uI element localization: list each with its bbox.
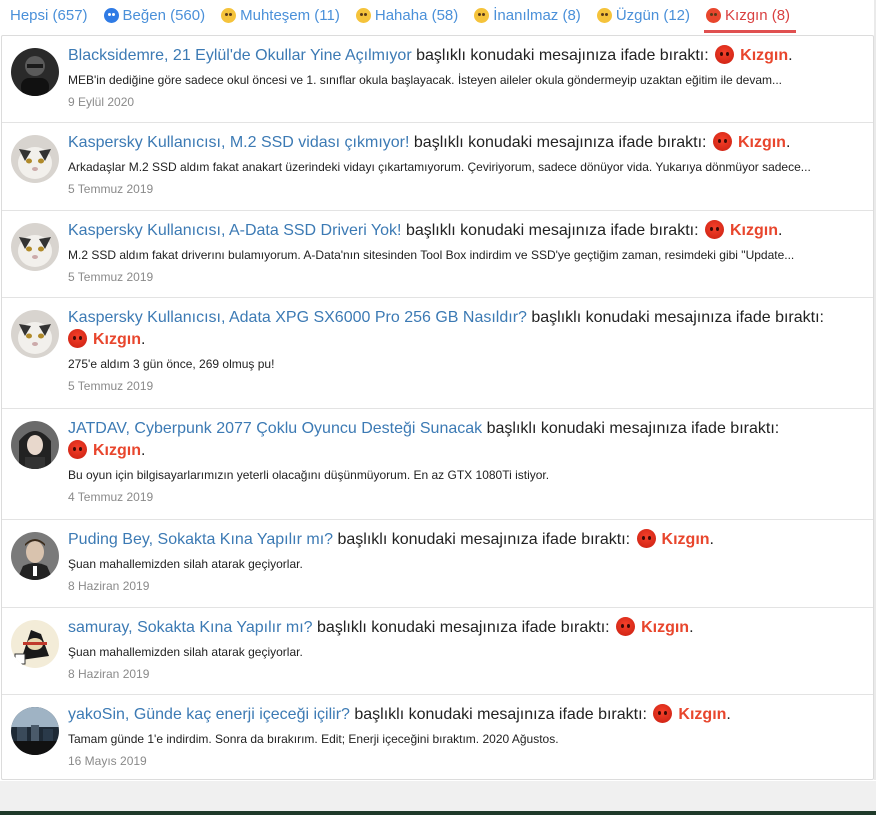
timestamp[interactable]: 5 Temmuz 2019 [68, 379, 859, 393]
tab-love[interactable]: Muhteşem (11) [215, 0, 346, 31]
avatar[interactable] [11, 135, 59, 183]
angry-icon [715, 45, 735, 64]
avatar[interactable] [11, 532, 59, 580]
avatar[interactable] [11, 620, 59, 668]
tab-like[interactable]: Beğen (560) [98, 0, 212, 31]
message-snippet: MEB'in dediğine göre sadece okul öncesi … [68, 73, 783, 87]
angry-icon [636, 529, 656, 548]
thread-link[interactable]: Günde kaç enerji içeceği içilir? [134, 706, 350, 723]
avatar[interactable] [11, 48, 59, 96]
thread-link[interactable]: Sokakta Kına Yapılır mı? [137, 619, 313, 636]
thread-link[interactable]: A-Data SSD Driveri Yok! [229, 222, 402, 239]
user-link[interactable]: Puding Bey [68, 531, 149, 548]
list-item: yakoSin, Günde kaç enerji içeceği içilir… [2, 695, 873, 781]
user-link[interactable]: Kaspersky Kullanıcısı [68, 134, 221, 151]
timestamp[interactable]: 9 Eylül 2020 [68, 95, 859, 109]
avatar[interactable] [11, 421, 59, 469]
angry-icon [616, 617, 636, 636]
message-snippet: Tamam günde 1'e indirdim. Sonra da bırak… [68, 732, 559, 746]
thread-link[interactable]: Cyberpunk 2077 Çoklu Oyuncu Desteği Suna… [134, 420, 482, 437]
message-snippet: Arkadaşlar M.2 SSD aldım fakat anakart ü… [68, 160, 811, 174]
footer-divider [0, 811, 876, 815]
timestamp[interactable]: 8 Haziran 2019 [68, 667, 859, 681]
angry-icon [68, 440, 87, 459]
tab-angry[interactable]: Kızgın (8) [700, 0, 797, 33]
angry-icon [704, 220, 724, 239]
message-snippet: M.2 SSD aldım fakat driverını bulamıyoru… [68, 248, 795, 262]
user-link[interactable]: Blacksidemre [68, 47, 164, 64]
timestamp[interactable]: 16 Mayıs 2019 [68, 754, 859, 768]
list-item: Blacksidemre, 21 Eylül'de Okullar Yine A… [2, 36, 873, 123]
thread-link[interactable]: Adata XPG SX6000 Pro 256 GB Nasıldır? [229, 309, 527, 326]
message-snippet: Bu oyun için bilgisayarlarımızın yeterli… [68, 468, 550, 482]
angry-icon [706, 8, 722, 23]
thread-link[interactable]: Sokakta Kına Yapılır mı? [158, 531, 334, 548]
list-item: Puding Bey, Sokakta Kına Yapılır mı? baş… [2, 520, 873, 608]
tab-wow[interactable]: İnanılmaz (8) [468, 0, 587, 31]
avatar[interactable] [11, 310, 59, 358]
tab-haha[interactable]: Hahaha (58) [350, 0, 464, 31]
reaction-filter-tabs: Hepsi (657) Beğen (560) Muhteşem (11) Ha… [0, 0, 876, 35]
heart-eyes-icon [221, 8, 237, 23]
thread-link[interactable]: 21 Eylül'de Okullar Yine Açılmıyor [173, 47, 412, 64]
tab-sad[interactable]: Üzgün (12) [591, 0, 696, 31]
reaction-list: Blacksidemre, 21 Eylül'de Okullar Yine A… [1, 35, 874, 780]
avatar[interactable] [11, 223, 59, 271]
avatar[interactable] [11, 707, 59, 755]
timestamp[interactable]: 8 Haziran 2019 [68, 579, 859, 593]
message-snippet: Şuan mahallemizden silah atarak geçiyorl… [68, 645, 303, 659]
sad-icon [596, 8, 612, 23]
angry-icon [653, 704, 673, 723]
angry-icon [712, 132, 732, 151]
user-link[interactable]: Kaspersky Kullanıcısı [68, 222, 221, 239]
laughing-icon [355, 8, 371, 23]
message-snippet: 275'e aldım 3 gün önce, 269 olmuş pu! [68, 357, 275, 371]
user-link[interactable]: yakoSin [68, 706, 125, 723]
tab-all[interactable]: Hepsi (657) [0, 0, 94, 31]
list-item: Kaspersky Kullanıcısı, M.2 SSD vidası çı… [2, 123, 873, 211]
timestamp[interactable]: 5 Temmuz 2019 [68, 182, 859, 196]
angry-icon [68, 329, 87, 348]
list-item: Kaspersky Kullanıcısı, Adata XPG SX6000 … [2, 298, 873, 409]
timestamp[interactable]: 4 Temmuz 2019 [68, 490, 859, 504]
list-item: Kaspersky Kullanıcısı, A-Data SSD Driver… [2, 211, 873, 298]
user-link[interactable]: JATDAV [68, 420, 126, 437]
page-footer [0, 781, 876, 815]
user-link[interactable]: samuray [68, 619, 128, 636]
thread-link[interactable]: M.2 SSD vidası çıkmıyor! [230, 134, 410, 151]
list-item: samuray, Sokakta Kına Yapılır mı? başlık… [2, 608, 873, 695]
thumbs-up-icon [103, 8, 119, 23]
surprised-icon [474, 8, 490, 23]
list-item: JATDAV, Cyberpunk 2077 Çoklu Oyuncu Dest… [2, 409, 873, 520]
timestamp[interactable]: 5 Temmuz 2019 [68, 270, 859, 284]
message-snippet: Şuan mahallemizden silah atarak geçiyorl… [68, 557, 303, 571]
user-link[interactable]: Kaspersky Kullanıcısı [68, 309, 221, 326]
